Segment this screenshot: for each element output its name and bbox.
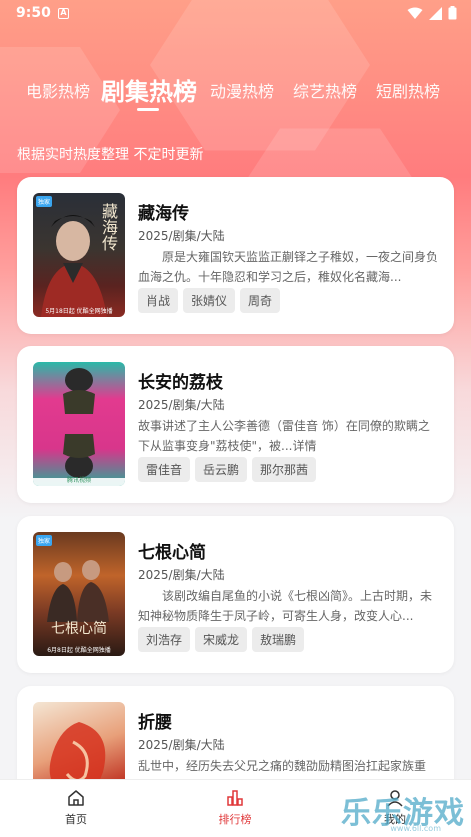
poster-tag: 独家 — [36, 535, 53, 546]
show-description: 原是大雍国钦天监监正蒯铎之子稚奴，一夜之间身负血海之仇。十年隐忍和学习之后，稚奴… — [138, 250, 438, 284]
active-tab-indicator — [137, 108, 159, 111]
show-card[interactable]: 腾讯视频 长安的荔枝 2025/剧集/大陆 故事讲述了主人公李善德（雷佳音 饰）… — [17, 346, 454, 503]
tab-movies[interactable]: 电影热榜 — [26, 78, 90, 102]
actor-chip[interactable]: 肖战 — [138, 288, 179, 313]
show-card[interactable]: 独家 藏海传 5月18日起 优酷全网独播 藏海传 2025/剧集/大陆 原是大雍… — [17, 177, 454, 334]
poster-title: 藏海传 — [99, 203, 118, 251]
show-card[interactable]: 独家 七根心简 6月8日起 优酷全网独播 七根心简 2025/剧集/大陆 该剧改… — [17, 516, 454, 673]
show-meta: 2025/剧集/大陆 — [138, 398, 225, 412]
list-subtitle: 根据实时热度整理 不定时更新 — [17, 147, 204, 163]
poster-title: 七根心简 — [51, 621, 107, 637]
tab-anime[interactable]: 动漫热榜 — [210, 78, 274, 102]
actor-chip[interactable]: 宋威龙 — [195, 627, 248, 652]
nav-ranking[interactable]: 排行榜 — [195, 789, 275, 827]
poster-caption: 6月8日起 优酷全网独播 — [47, 647, 111, 654]
poster-caption: 腾讯视频 — [66, 477, 91, 484]
actor-chips: 肖战 张婧仪 周奇 — [138, 288, 281, 313]
actor-chips: 雷佳音 岳云鹏 那尔那茜 — [138, 457, 317, 482]
category-tabs: 电影热榜 剧集热榜 动漫热榜 综艺热榜 短剧热榜 — [0, 68, 471, 118]
signal-icon — [429, 6, 442, 20]
show-title: 藏海传 — [138, 204, 189, 224]
home-icon — [68, 790, 84, 806]
show-meta: 2025/剧集/大陆 — [138, 568, 225, 582]
show-meta: 2025/剧集/大陆 — [138, 229, 225, 243]
nav-home[interactable]: 首页 — [36, 789, 116, 827]
tab-variety[interactable]: 综艺热榜 — [293, 78, 357, 102]
actor-chip[interactable]: 那尔那茜 — [252, 457, 317, 482]
watermark-url: www.6ll.com — [390, 824, 441, 833]
show-meta: 2025/剧集/大陆 — [138, 738, 225, 752]
show-poster: 腾讯视频 — [33, 362, 125, 486]
actor-chip[interactable]: 刘浩存 — [138, 627, 191, 652]
show-title: 七根心简 — [138, 543, 206, 563]
nav-ranking-label: 排行榜 — [218, 813, 252, 826]
actor-chips: 刘浩存 宋威龙 敖瑞鹏 — [138, 627, 305, 652]
poster-art — [33, 368, 125, 486]
actor-chip[interactable]: 张婧仪 — [183, 288, 236, 313]
status-icons — [407, 6, 457, 20]
tab-series[interactable]: 剧集热榜 — [101, 72, 197, 107]
show-poster: 独家 藏海传 5月18日起 优酷全网独播 — [33, 193, 125, 317]
actor-chip[interactable]: 敖瑞鹏 — [252, 627, 305, 652]
status-time: 9:50 — [16, 5, 51, 21]
poster-caption: 5月18日起 优酷全网独播 — [45, 308, 113, 315]
nav-home-label: 首页 — [65, 813, 87, 826]
status-bar: 9:50 A — [0, 0, 471, 28]
notification-icon: A — [58, 8, 69, 19]
show-poster: 独家 七根心简 6月8日起 优酷全网独播 — [33, 532, 125, 656]
battery-icon — [448, 6, 457, 20]
chart-bar-icon — [227, 790, 243, 806]
tab-short-drama[interactable]: 短剧热榜 — [376, 78, 440, 102]
show-description: 故事讲述了主人公李善德（雷佳音 饰）在同僚的欺瞒之下从监事变身"荔枝使"，被..… — [138, 419, 430, 453]
show-description: 该剧改编自尾鱼的小说《七根凶简》。上古时期，未知神秘物质降生于凤子岭，可寄生人身… — [138, 589, 433, 623]
actor-chip[interactable]: 岳云鹏 — [195, 457, 248, 482]
show-title: 长安的荔枝 — [138, 373, 223, 393]
show-title: 折腰 — [138, 713, 172, 733]
actor-chip[interactable]: 雷佳音 — [138, 457, 191, 482]
actor-chip[interactable]: 周奇 — [240, 288, 281, 313]
poster-tag: 独家 — [36, 196, 53, 207]
wifi-icon — [407, 7, 423, 19]
